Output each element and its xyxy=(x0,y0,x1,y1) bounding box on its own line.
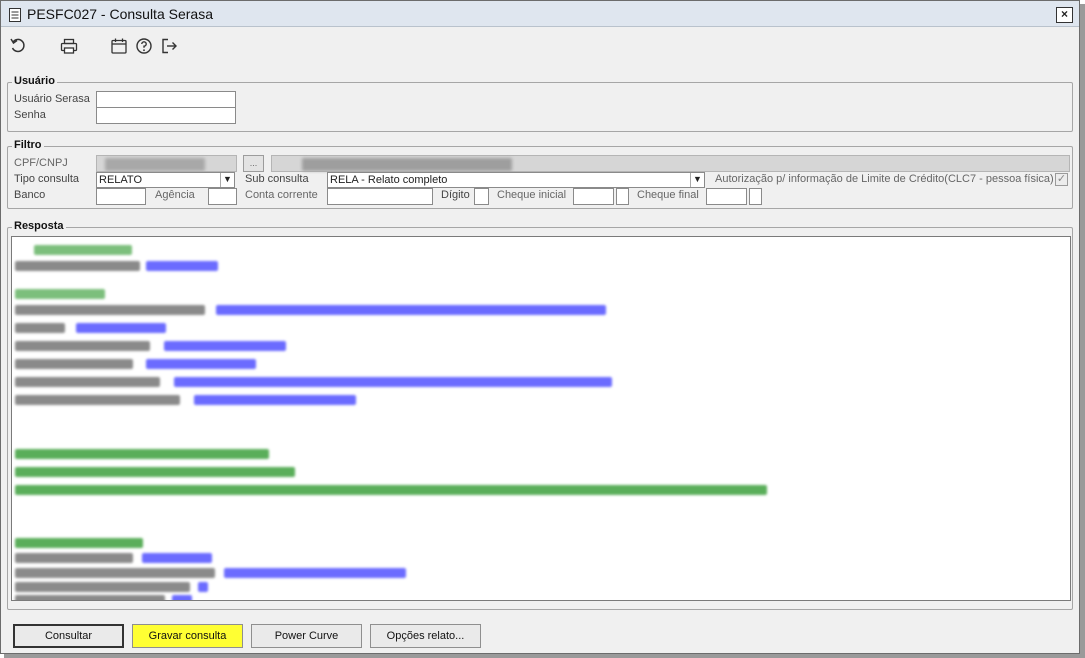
help-icon[interactable] xyxy=(135,37,153,55)
usuario-group: Usuário Usuário Serasa Senha xyxy=(7,75,1073,132)
usuario-group-label: Usuário xyxy=(12,75,57,87)
chevron-down-icon[interactable]: ▼ xyxy=(220,173,234,187)
resposta-redacted-line xyxy=(15,261,140,271)
title-bar: PESFC027 - Consulta Serasa × xyxy=(1,1,1079,27)
close-button[interactable]: × xyxy=(1056,7,1073,23)
cheque-inicial-digito-input[interactable] xyxy=(616,188,629,205)
resposta-redacted-line xyxy=(15,485,767,495)
resposta-redacted-line xyxy=(15,538,143,548)
usuario-serasa-input[interactable] xyxy=(96,91,236,108)
resposta-redacted-line xyxy=(142,553,212,563)
resposta-redacted-line xyxy=(172,595,192,600)
resposta-redacted-line xyxy=(174,377,612,387)
chevron-down-icon[interactable]: ▼ xyxy=(690,173,704,187)
senha-input[interactable] xyxy=(96,107,236,124)
resposta-redacted-line xyxy=(76,323,166,333)
resposta-redacted-line xyxy=(15,568,215,578)
opcoes-relato-button[interactable]: Opções relato... xyxy=(370,624,481,648)
resposta-redacted-line xyxy=(15,467,295,477)
razao-social-field xyxy=(271,155,1070,172)
resposta-redacted-line xyxy=(216,305,606,315)
resposta-redacted-line xyxy=(34,245,132,255)
resposta-redacted-line xyxy=(15,582,190,592)
sub-consulta-value: RELA - Relato completo xyxy=(330,174,448,186)
resposta-redacted-line xyxy=(15,553,133,563)
resposta-redacted-line xyxy=(146,359,256,369)
tipo-consulta-label: Tipo consulta xyxy=(14,173,80,185)
cheque-final-label: Cheque final xyxy=(637,189,699,201)
window-title: PESFC027 - Consulta Serasa xyxy=(27,6,213,22)
resposta-redacted-line xyxy=(224,568,406,578)
document-icon xyxy=(9,8,21,22)
resposta-redacted-line xyxy=(15,377,160,387)
conta-corrente-input[interactable] xyxy=(327,188,433,205)
resposta-redacted-line xyxy=(15,359,133,369)
window-shadow-right xyxy=(1080,4,1085,658)
resposta-redacted-line xyxy=(146,261,218,271)
resposta-redacted-line xyxy=(194,395,356,405)
razao-social-redacted xyxy=(302,158,512,171)
resposta-redacted-line xyxy=(15,305,205,315)
resposta-redacted-line xyxy=(15,395,180,405)
cpf-cnpj-input[interactable] xyxy=(96,155,237,172)
print-icon[interactable] xyxy=(60,37,78,55)
resposta-redacted-line xyxy=(164,341,286,351)
cheque-final-digito-input[interactable] xyxy=(749,188,762,205)
cheque-inicial-input[interactable] xyxy=(573,188,614,205)
agencia-label: Agência xyxy=(155,189,195,201)
cpf-cnpj-redacted xyxy=(105,158,205,171)
autorizacao-checkbox[interactable]: ✓ xyxy=(1055,173,1068,186)
sub-consulta-select[interactable]: RELA - Relato completo ▼ xyxy=(327,172,705,188)
cpf-cnpj-label: CPF/CNPJ xyxy=(14,157,68,169)
window-shadow-bottom xyxy=(4,654,1085,658)
undo-icon[interactable] xyxy=(9,37,27,55)
resposta-redacted-line xyxy=(198,582,208,592)
power-curve-button[interactable]: Power Curve xyxy=(251,624,362,648)
exit-icon[interactable] xyxy=(160,37,178,55)
toolbar xyxy=(1,28,1079,62)
calendar-icon[interactable] xyxy=(110,37,128,55)
senha-label: Senha xyxy=(14,109,46,121)
resposta-redacted-line xyxy=(15,449,269,459)
autorizacao-label: Autorização p/ informação de Limite de C… xyxy=(715,173,1054,185)
sub-consulta-label: Sub consulta xyxy=(245,173,309,185)
resposta-text-area[interactable] xyxy=(11,236,1071,601)
resposta-redacted-line xyxy=(15,289,105,299)
tipo-consulta-value: RELATO xyxy=(99,174,142,186)
agencia-input[interactable] xyxy=(208,188,237,205)
digito-label: Dígito xyxy=(441,189,470,201)
gravar-consulta-button[interactable]: Gravar consulta xyxy=(132,624,243,648)
cpf-lookup-button[interactable]: ... xyxy=(243,155,264,172)
banco-input[interactable] xyxy=(96,188,146,205)
resposta-redacted-line xyxy=(15,341,150,351)
cheque-final-input[interactable] xyxy=(706,188,747,205)
digito-input[interactable] xyxy=(474,188,489,205)
banco-label: Banco xyxy=(14,189,46,201)
filtro-group-label: Filtro xyxy=(12,139,44,151)
cheque-inicial-label: Cheque inicial xyxy=(497,189,567,201)
usuario-serasa-label: Usuário Serasa xyxy=(14,93,90,105)
resposta-redacted-line xyxy=(15,323,65,333)
tipo-consulta-select[interactable]: RELATO ▼ xyxy=(96,172,235,188)
conta-corrente-label: Conta corrente xyxy=(245,189,318,201)
consultar-button[interactable]: Consultar xyxy=(13,624,124,648)
resposta-group-label: Resposta xyxy=(12,220,66,232)
resposta-redacted-line xyxy=(15,595,165,600)
resposta-group: Resposta xyxy=(7,220,1073,610)
consulta-serasa-window: PESFC027 - Consulta Serasa × Usuário Usu… xyxy=(0,0,1080,654)
filtro-group: Filtro CPF/CNPJ ... Tipo consulta RELATO… xyxy=(7,139,1073,209)
